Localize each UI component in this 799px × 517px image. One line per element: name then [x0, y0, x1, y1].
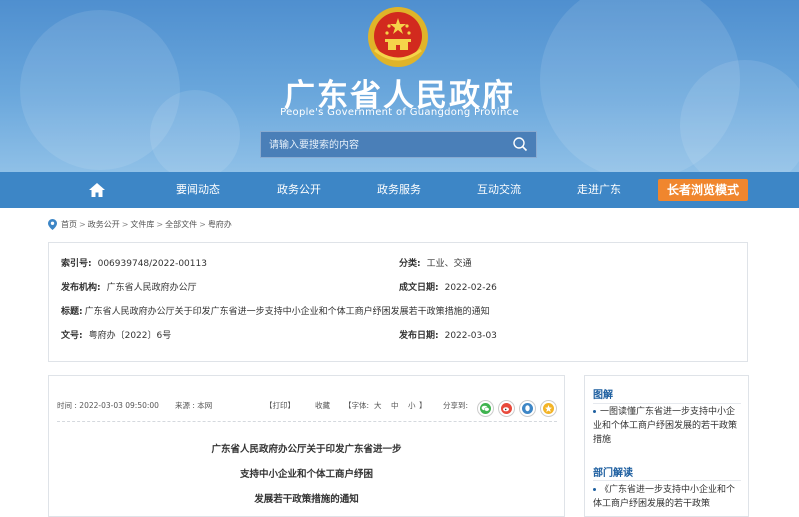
share-label: 分享到: — [443, 401, 469, 410]
sidebar-interpretation-link-text[interactable]: 《广东省进一步支持中小企业和个体工商户纾困发展的若干政策 — [593, 485, 735, 509]
meta-title-label: 标题: — [61, 307, 83, 317]
meta-publisher-label: 发布机构: — [61, 283, 101, 293]
meta-index: 索引号: 006939748/2022-00113 — [61, 256, 207, 269]
star-icon — [543, 403, 554, 414]
share-wechat-button[interactable] — [477, 400, 494, 417]
nav-item-gov-affairs-open[interactable]: 政务公开 — [277, 172, 321, 208]
print-button[interactable]: 【打印】 — [265, 400, 295, 411]
weibo-icon — [501, 403, 512, 414]
share-qzone-button[interactable] — [540, 400, 557, 417]
search-box — [260, 131, 537, 158]
meta-docno-label: 文号: — [61, 331, 83, 341]
sidebar-graphic-link[interactable]: 一图读懂广东省进一步支持中小企业和个体工商户纾困发展的若干政策措施 — [593, 405, 741, 447]
sidebar-divider — [593, 480, 741, 481]
share-weibo-button[interactable] — [498, 400, 515, 417]
breadcrumb-file-library[interactable]: 文件库 — [130, 219, 154, 230]
meta-created-date: 成文日期: 2022-02-26 — [399, 280, 497, 293]
meta-index-label: 索引号: — [61, 259, 92, 269]
sidebar-interpretation-heading: 部门解读 — [593, 468, 633, 479]
meta-index-value: 006939748/2022-00113 — [97, 259, 207, 269]
font-medium-button[interactable]: 中 — [391, 400, 399, 411]
breadcrumb-gov-open[interactable]: 政务公开 — [88, 219, 120, 230]
breadcrumb-current[interactable]: 粤府办 — [208, 219, 232, 230]
meta-docno-value: 粤府办〔2022〕6号 — [88, 331, 172, 341]
national-emblem-icon — [368, 7, 428, 67]
main-nav: 要闻动态 政务公开 政务服务 互动交流 走进广东 长者浏览模式 — [0, 172, 799, 208]
nav-item-news[interactable]: 要闻动态 — [176, 172, 220, 208]
article-panel: 时间 : 2022-03-03 09:50:00 来源 : 本网 【打印】 收藏… — [48, 375, 565, 517]
document-metadata: 索引号: 006939748/2022-00113 分类: 工业、交通 发布机构: 广… — [48, 242, 748, 362]
meta-category: 分类: 工业、交通 — [399, 256, 472, 269]
article-title-line-3: 发展若干政策措施的通知 — [254, 494, 359, 505]
sidebar-graphic-heading: 图解 — [593, 390, 613, 401]
meta-publisher-value: 广东省人民政府办公厅 — [106, 283, 197, 293]
article-title-line-2: 支持中小企业和个体工商户纾困 — [239, 469, 373, 480]
meta-pubdate-label: 发布日期: — [399, 331, 439, 341]
meta-publish-date: 发布日期: 2022-03-03 — [399, 328, 497, 341]
sidebar-graphic-link-text[interactable]: 一图读懂广东省进一步支持中小企业和个体工商户纾困发展的若干政策措施 — [593, 407, 737, 445]
meta-pubdate-value: 2022-03-03 — [444, 331, 497, 341]
site-subtitle: People's Government of Guangdong Provinc… — [280, 107, 519, 118]
font-small-button[interactable]: 小 — [408, 400, 416, 411]
sidebar-interpretation-link[interactable]: 《广东省进一步支持中小企业和个体工商户纾困发展的若干政策 — [593, 483, 741, 511]
meta-created-value: 2022-02-26 — [444, 283, 497, 293]
meta-publisher: 发布机构: 广东省人民政府办公厅 — [61, 280, 197, 293]
home-icon[interactable] — [88, 181, 106, 199]
meta-title-value: 广东省人民政府办公厅关于印发广东省进一步支持中小企业和个体工商户纾困发展若干政策… — [84, 307, 490, 317]
breadcrumb-all-files[interactable]: 全部文件 — [165, 219, 197, 230]
article-title-line-1: 广东省人民政府办公厅关于印发广东省进一步 — [211, 444, 402, 455]
meta-category-label: 分类: — [399, 259, 421, 269]
related-sidebar: 图解 一图读懂广东省进一步支持中小企业和个体工商户纾困发展的若干政策措施 部门解… — [584, 375, 749, 517]
site-banner: 广东省人民政府 People's Government of Guangdong… — [0, 0, 799, 172]
share-qq-button[interactable] — [519, 400, 536, 417]
font-large-button[interactable]: 大 — [374, 400, 382, 411]
meta-doc-number: 文号: 粤府办〔2022〕6号 — [61, 328, 171, 341]
meta-title: 标题: 广东省人民政府办公厅关于印发广东省进一步支持中小企业和个体工商户纾困发展若… — [61, 304, 490, 317]
font-size-label: 【字体: — [344, 401, 370, 410]
breadcrumb-separator: > — [156, 219, 164, 229]
sidebar-divider — [593, 403, 741, 404]
breadcrumb-separator: > — [199, 219, 206, 229]
nav-item-gov-services[interactable]: 政务服务 — [377, 172, 421, 208]
favorite-button[interactable]: 收藏 — [315, 400, 330, 411]
bullet-icon — [593, 410, 596, 413]
qq-icon — [522, 403, 533, 414]
location-pin-icon — [48, 218, 57, 230]
breadcrumb-home[interactable]: 首页 — [61, 219, 77, 230]
article-source: 来源 : 本网 — [175, 401, 213, 410]
font-size-close: 】 — [419, 401, 427, 410]
article-time: 时间 : 2022-03-03 09:50:00 — [57, 401, 159, 410]
breadcrumb: 首页 > 政务公开 > 文件库 > 全部文件 > 粤府办 — [48, 217, 232, 231]
nav-item-about-guangdong[interactable]: 走进广东 — [577, 172, 621, 208]
bullet-icon — [593, 488, 596, 491]
wechat-icon — [480, 403, 491, 414]
search-icon[interactable] — [512, 136, 528, 152]
meta-category-value: 工业、交通 — [426, 259, 472, 269]
breadcrumb-separator: > — [79, 219, 86, 229]
nav-item-interaction[interactable]: 互动交流 — [477, 172, 521, 208]
meta-created-label: 成文日期: — [399, 283, 439, 293]
toolbar-divider — [57, 421, 557, 422]
elder-mode-button[interactable]: 长者浏览模式 — [658, 179, 748, 201]
article-toolbar: 时间 : 2022-03-03 09:50:00 来源 : 本网 【打印】 收藏… — [57, 400, 557, 417]
search-input[interactable] — [267, 136, 506, 155]
breadcrumb-separator: > — [121, 219, 129, 229]
